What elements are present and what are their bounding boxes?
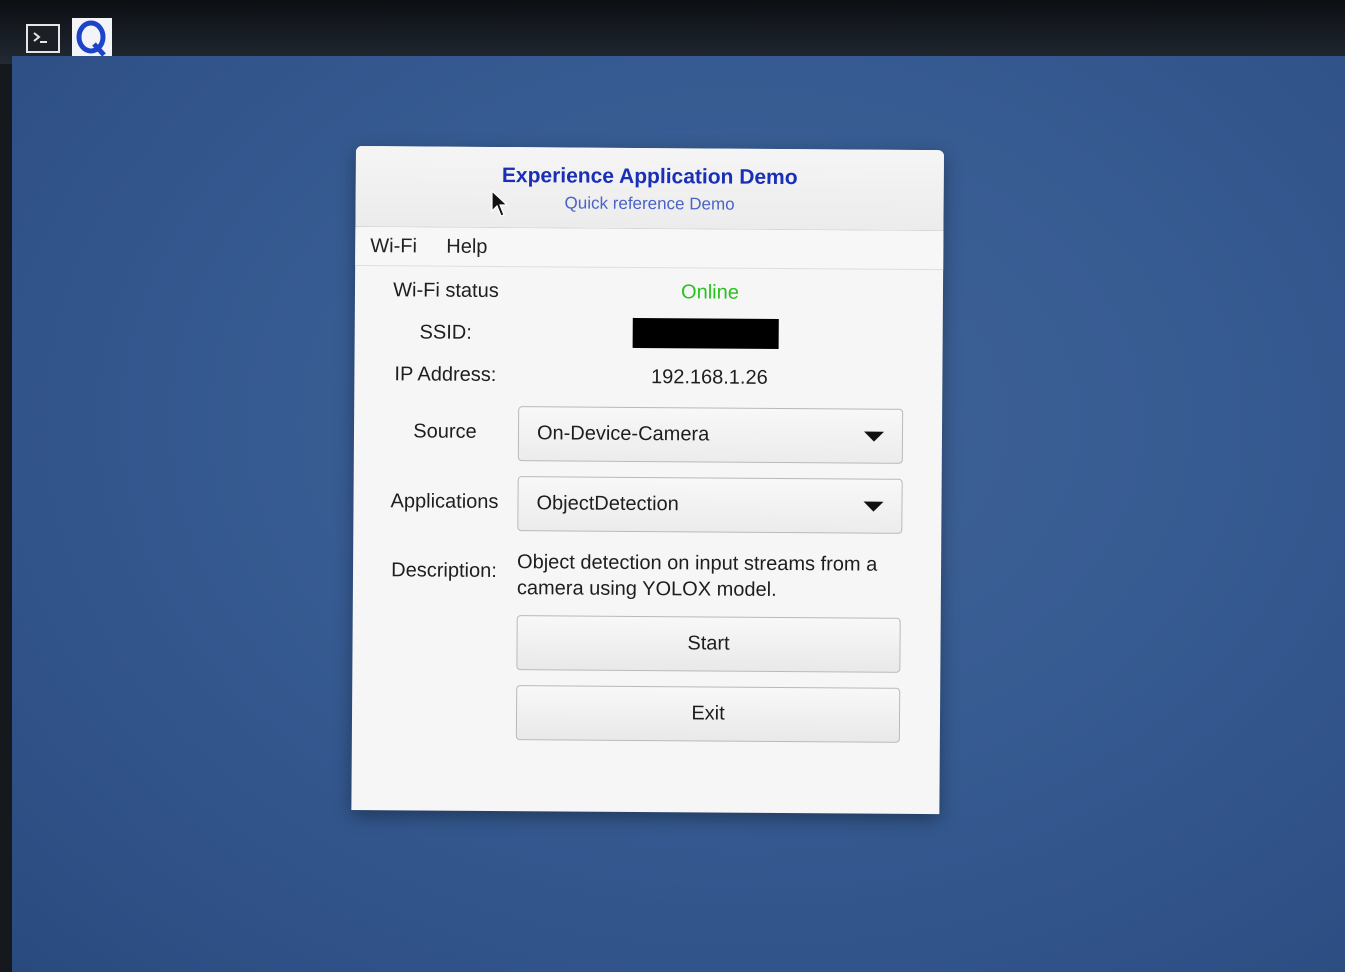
start-button[interactable]: Start (516, 615, 901, 673)
ssid-redacted-value (632, 317, 779, 349)
ssid-label: SSID: (419, 321, 472, 344)
dialog-header: Experience Application Demo Quick refere… (355, 146, 944, 232)
applications-selected-value: ObjectDetection (536, 492, 679, 516)
source-dropdown[interactable]: On-Device-Camera (517, 406, 904, 464)
top-panel (0, 0, 1345, 64)
menu-wifi[interactable]: Wi-Fi (370, 235, 417, 258)
source-label: Source (413, 420, 477, 443)
menu-bar: Wi-Fi Help (355, 226, 944, 271)
screen: Experience Application Demo Quick refere… (0, 0, 1345, 972)
chevron-down-icon (863, 431, 885, 442)
ip-address-value: 192.168.1.26 (650, 366, 768, 389)
menu-help[interactable]: Help (446, 236, 487, 259)
ip-address-label: IP Address: (394, 363, 497, 386)
wifi-status-label: Wi-Fi status (393, 279, 499, 302)
description-text: Object detection on input streams from a… (516, 551, 878, 601)
wifi-status-value: Online (681, 281, 739, 304)
mouse-pointer-icon (491, 189, 509, 223)
applications-label: Applications (390, 490, 499, 514)
dialog-title: Experience Application Demo (501, 164, 798, 190)
terminal-icon[interactable] (26, 24, 60, 53)
source-selected-value: On-Device-Camera (536, 422, 710, 446)
dialog-body: Wi-Fi status Online SSID: IP Address: 19… (351, 266, 943, 814)
q-logo-icon[interactable] (72, 18, 112, 60)
exit-button[interactable]: Exit (515, 685, 901, 743)
description-label: Description: (391, 559, 497, 582)
applications-dropdown[interactable]: ObjectDetection (517, 476, 903, 534)
dialog-subtitle: Quick reference Demo (564, 193, 735, 214)
demo-dialog: Experience Application Demo Quick refere… (351, 146, 944, 815)
chevron-down-icon (863, 501, 884, 512)
